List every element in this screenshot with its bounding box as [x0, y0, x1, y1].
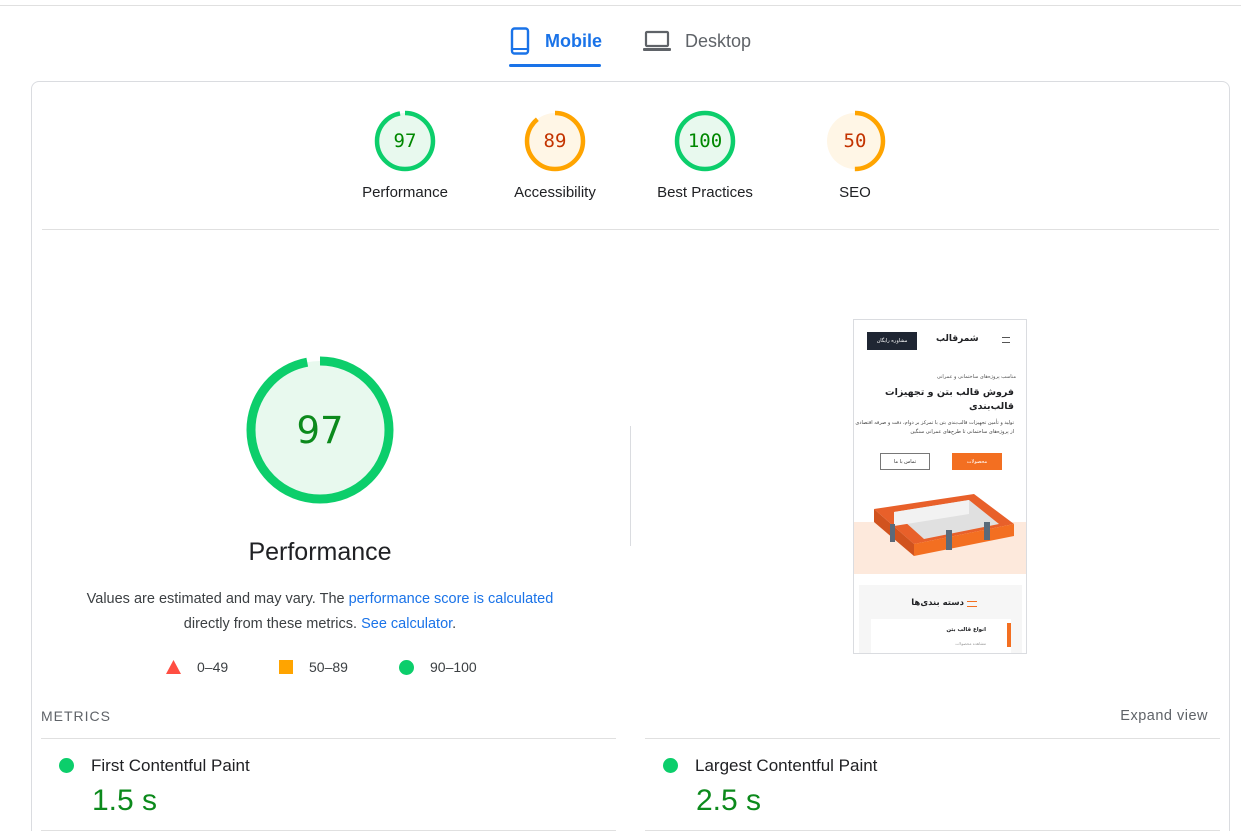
consult-button: مشاوره رایگان [867, 332, 917, 350]
desc-suffix: . [452, 616, 457, 632]
desc-prefix: Values are estimated and may vary. The [86, 591, 349, 607]
gauge-value: 100 [688, 130, 722, 152]
laptop-icon [643, 30, 671, 52]
triangle-icon [166, 660, 181, 674]
legend-pass-label: 90–100 [430, 659, 477, 675]
gauge-accessibility-ring: 89 [524, 110, 586, 172]
tab-mobile[interactable]: Mobile [509, 16, 602, 66]
report-card: 97 Performance 89 Accessibility 100 Best… [31, 81, 1230, 831]
legend-average: 50–89 [279, 659, 348, 675]
performance-big-gauge: 97 [246, 356, 394, 504]
categories-section: دسته بندی‌ها انواع قالب بتن مشاهده محصول… [859, 585, 1022, 653]
category-card-sub: مشاهده محصولات [955, 641, 986, 646]
metrics-heading: METRICS [41, 708, 111, 724]
active-tab-indicator [509, 64, 601, 67]
gauge-seo[interactable]: 50 SEO [785, 110, 925, 201]
pass-circle-icon [59, 758, 74, 773]
gauge-label: SEO [839, 184, 871, 201]
gauge-value: 50 [844, 130, 867, 152]
square-icon [279, 660, 293, 674]
score-calculated-link[interactable]: performance score is calculated [349, 591, 554, 607]
desc-middle: directly from these metrics. [183, 616, 358, 632]
contact-button: تماس با ما [880, 453, 930, 470]
see-calculator-link[interactable]: See calculator [361, 616, 452, 632]
gauges-divider [42, 229, 1219, 230]
menu-lines-icon [967, 601, 977, 607]
site-logo: شمرقالب [936, 334, 979, 344]
gauge-label: Performance [362, 184, 448, 201]
formwork-hero-image [854, 494, 1026, 574]
site-headline: فروش قالب بتن و تجهیزات قالب‌بندی [885, 387, 1014, 412]
gauge-performance[interactable]: 97 Performance [335, 110, 475, 201]
metric-name: First Contentful Paint [91, 756, 250, 775]
circle-icon [399, 659, 414, 675]
score-gauges: 97 Performance 89 Accessibility 100 Best… [32, 82, 1229, 229]
tab-mobile-label: Mobile [545, 30, 602, 51]
tab-desktop[interactable]: Desktop [643, 16, 763, 66]
gauge-value: 89 [544, 130, 567, 152]
expand-view-button[interactable]: Expand view [1120, 708, 1208, 724]
menu-icon [1002, 337, 1010, 343]
gauge-label: Best Practices [657, 184, 753, 201]
category-card: انواع قالب بتن مشاهده محصولات [871, 619, 1011, 653]
performance-title: Performance [248, 538, 392, 566]
performance-description: Values are estimated and may vary. The p… [72, 587, 568, 637]
gauge-seo-ring: 50 [824, 110, 886, 172]
gauge-best-practices[interactable]: 100 Best Practices [635, 110, 775, 201]
big-gauge-value: 97 [296, 409, 343, 452]
legend-fail: 0–49 [166, 659, 228, 675]
legend-average-label: 50–89 [309, 659, 348, 675]
category-card-title: انواع قالب بتن [946, 627, 986, 633]
gauge-performance-ring: 97 [374, 110, 436, 172]
metric-value: 2.5 s [696, 784, 762, 817]
category-accent-bar [1007, 623, 1011, 647]
pass-circle-icon [663, 758, 678, 773]
vertical-divider [630, 426, 631, 546]
site-paragraph: تولید و تأمین تجهیزات قالب‌بندی بتن با ت… [855, 420, 1014, 435]
mobile-phone-icon [509, 27, 531, 55]
site-tagline: مناسب پروژه‌های ساختمانی و عمرانی [936, 374, 1016, 380]
tab-desktop-label: Desktop [685, 30, 752, 51]
legend-pass: 90–100 [399, 659, 477, 675]
legend-fail-label: 0–49 [197, 659, 229, 675]
metrics-divider-right [645, 738, 1220, 739]
device-tabs: Mobile Desktop [0, 16, 1241, 68]
metric-name: Largest Contentful Paint [695, 756, 878, 775]
gauge-label: Accessibility [514, 184, 596, 201]
products-button: محصولات [952, 453, 1002, 470]
score-legend: 0–49 50–89 90–100 [166, 659, 506, 679]
metric-value: 1.5 s [92, 784, 158, 817]
gauge-accessibility[interactable]: 89 Accessibility [485, 110, 625, 201]
top-divider [0, 5, 1241, 6]
final-screenshot[interactable]: مشاوره رایگان شمرقالب مناسب پروژه‌های سا… [853, 319, 1027, 654]
metrics-divider-left [41, 738, 616, 739]
gauge-best-practices-ring: 100 [674, 110, 736, 172]
categories-title: دسته بندی‌ها [911, 598, 964, 608]
gauge-value: 97 [394, 130, 417, 152]
